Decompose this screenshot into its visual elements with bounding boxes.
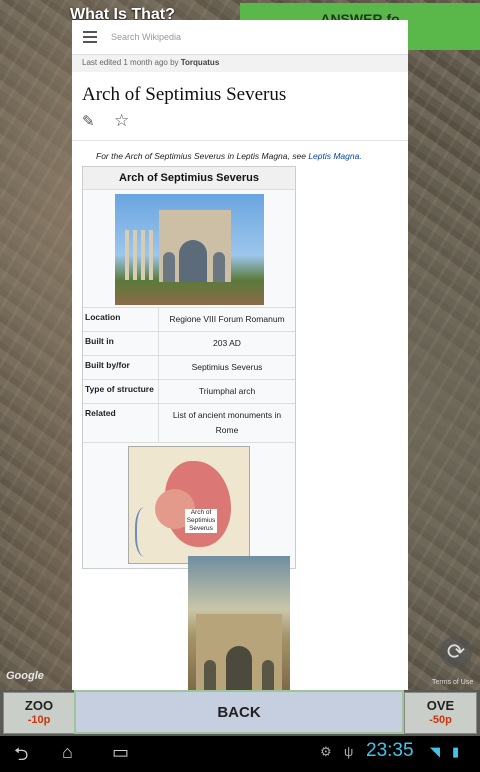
infobox-row: Built in 203 AD (83, 331, 295, 355)
refresh-icon[interactable]: ⟳ (440, 636, 472, 668)
hatnote-text: For the Arch of Septimius Severus in Lep… (96, 151, 306, 161)
infobox-key: Type of structure (83, 380, 159, 403)
wiki-header: Search Wikipedia (72, 20, 408, 55)
infobox: Arch of Septimius Severus Location Regio… (82, 166, 296, 569)
infobox-value: 203 AD (213, 338, 241, 348)
move-label: OVE (426, 698, 455, 713)
zoom-label: ZOO (24, 698, 54, 713)
infobox-row: Type of structure Triumphal arch (83, 379, 295, 403)
infobox-value-link[interactable]: Regione VIII Forum Romanum (159, 308, 295, 331)
location-map[interactable]: Arch of Septimius Severus (128, 446, 250, 564)
move-cost: -50p (429, 714, 452, 726)
infobox-map-row: Arch of Septimius Severus (83, 442, 295, 568)
zoom-cost: -10p (27, 714, 51, 726)
zoom-button[interactable]: ZOO -10p (3, 692, 75, 734)
wifi-icon: ◥ (430, 744, 440, 759)
infobox-key: Location (83, 308, 159, 331)
menu-icon[interactable] (83, 28, 97, 46)
infobox-key: Built in (83, 332, 159, 355)
hatnote: For the Arch of Septimius Severus in Lep… (96, 151, 362, 161)
infobox-title: Arch of Septimius Severus (83, 167, 295, 190)
arch-photo[interactable] (114, 194, 264, 305)
recent-apps-icon[interactable]: ▭ (112, 742, 129, 763)
infobox-row: Related List of ancient monuments in Rom… (83, 403, 295, 442)
article-title: Arch of Septimius Severus (82, 84, 287, 105)
move-button[interactable]: OVE -50p (404, 692, 477, 734)
last-edited-user[interactable]: Torquatus (181, 58, 220, 67)
infobox-key: Built by/for (83, 356, 159, 379)
infobox-value-link[interactable]: Triumphal arch (159, 380, 295, 403)
back-button[interactable]: BACK (74, 690, 404, 734)
last-edited-text: Last edited 1 month ago by (82, 58, 179, 67)
arch-painting[interactable] (188, 556, 290, 690)
infobox-value-link[interactable]: List of ancient monuments in Rome (159, 404, 295, 442)
clock: 23:35 (366, 740, 414, 761)
watch-star-icon[interactable]: ☆ (114, 111, 129, 131)
hatnote-link[interactable]: Leptis Magna (308, 151, 359, 161)
infobox-row: Location Regione VIII Forum Romanum (83, 307, 295, 331)
last-edited-bar[interactable]: Last edited 1 month ago by Torquatus (72, 55, 408, 72)
edit-icon[interactable]: ✎ (82, 112, 95, 130)
wikipedia-panel[interactable]: Search Wikipedia Last edited 1 month ago… (72, 20, 408, 690)
usb-icon: ψ (344, 744, 354, 759)
android-debug-icon: ⚙ (320, 744, 332, 759)
system-nav-bar: ⮌ ⌂ ▭ ⚙ ψ 23:35 ◥ ▮ (0, 736, 480, 768)
home-nav-icon[interactable]: ⌂ (62, 742, 73, 763)
infobox-key: Related (83, 404, 159, 442)
battery-icon: ▮ (452, 744, 460, 759)
terms-of-use-link[interactable]: Terms of Use (432, 679, 473, 686)
search-input[interactable]: Search Wikipedia (111, 32, 181, 42)
map-label: Arch of Septimius Severus (185, 509, 217, 533)
google-logo: Google (6, 670, 44, 682)
infobox-value-link[interactable]: Septimius Severus (159, 356, 295, 379)
article-actions: ✎ ☆ (72, 106, 408, 141)
infobox-row: Built by/for Septimius Severus (83, 355, 295, 379)
